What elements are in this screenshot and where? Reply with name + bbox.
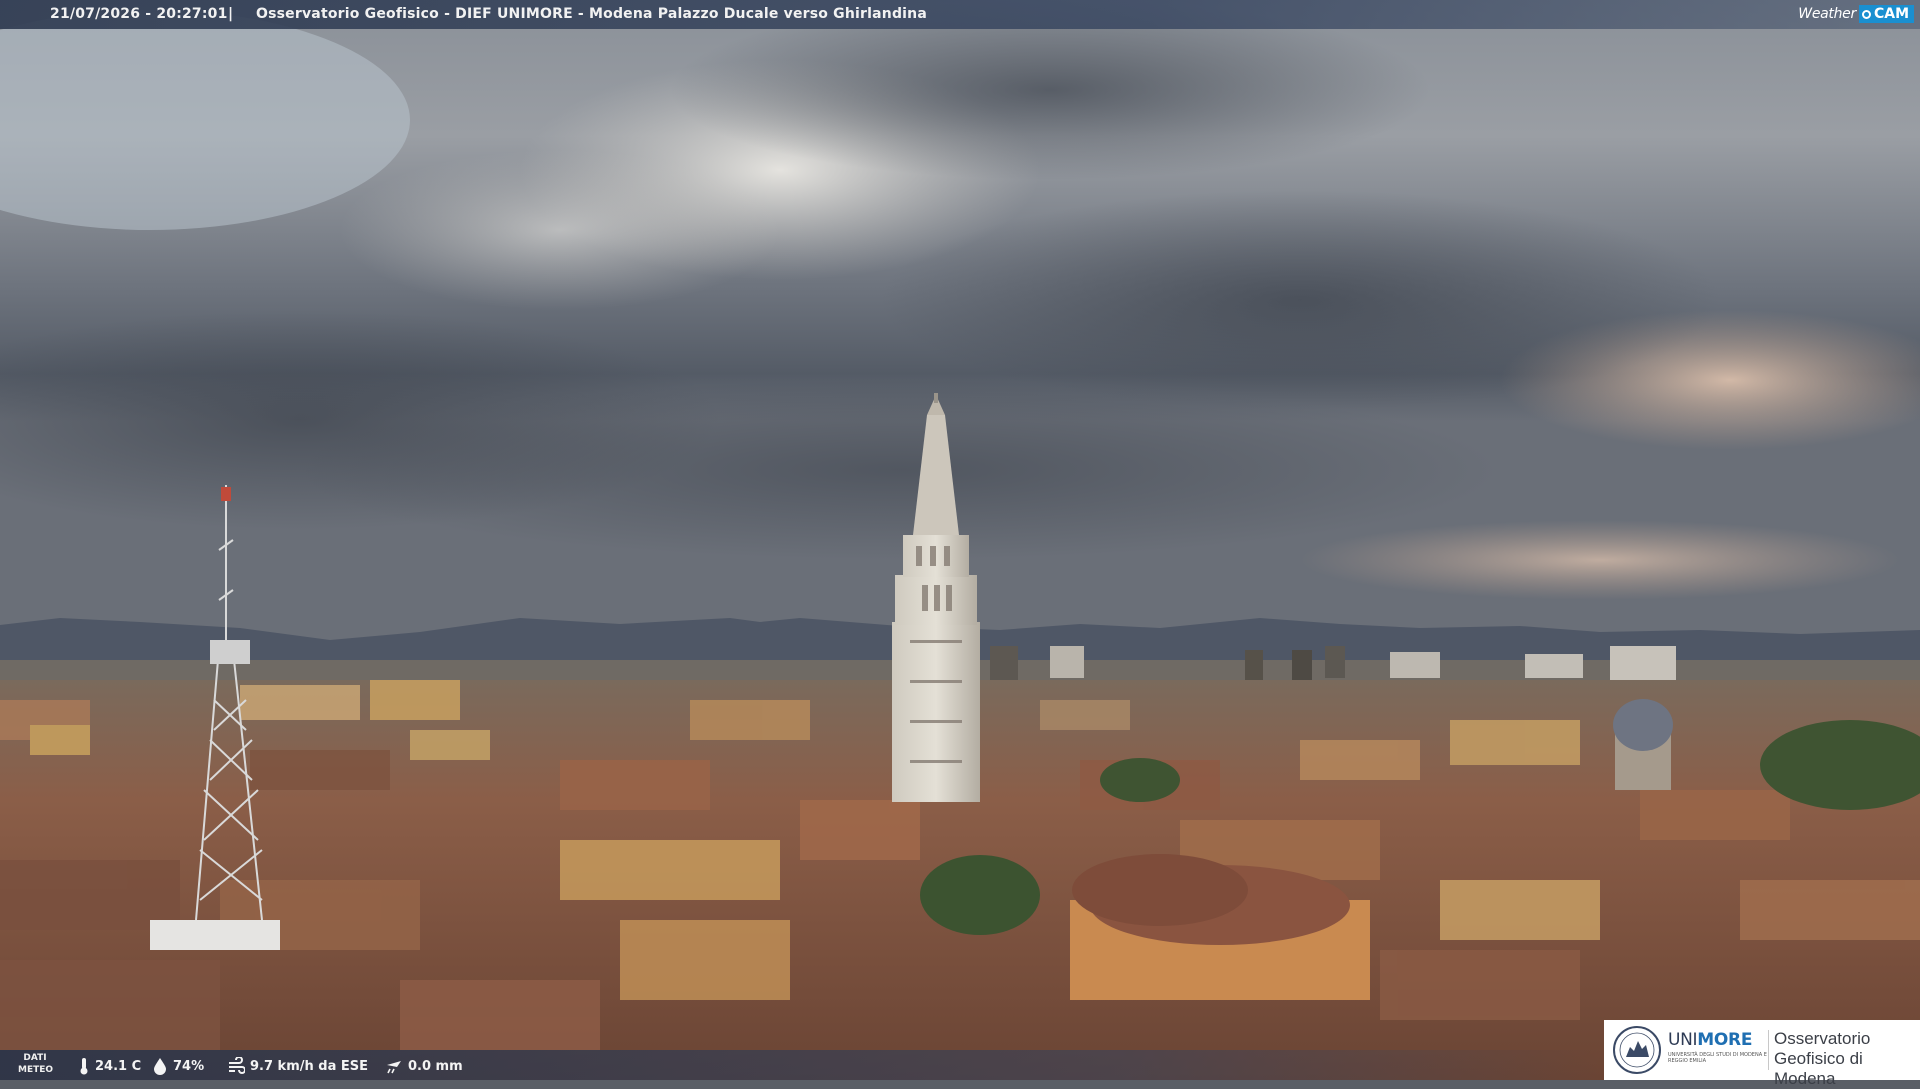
wind-reading: 9.7 km/h da ESE [227,1057,368,1075]
weathercam-logo-weather: Weather [1798,6,1856,22]
rain-gauge-icon [387,1061,401,1074]
unimore-suffix: MORE [1697,1030,1753,1050]
camera-title: Osservatorio Geofisico - DIEF UNIMORE - … [256,6,927,22]
rain-value: 0.0 mm [408,1058,463,1074]
unimore-subtitle: Università degli studi di Modena e Reggi… [1668,1052,1767,1064]
camera-lens-icon [1861,9,1871,19]
unimore-prefix: UNI [1668,1030,1698,1050]
droplet-icon [154,1058,166,1075]
logo-divider [1768,1030,1769,1070]
observatory-name: Osservatorio Geofisico di Modena [1774,1029,1871,1088]
dati-label-line1: DATI [23,1053,47,1063]
temperature-reading: 24.1 C [78,1057,141,1075]
unimore-logo[interactable]: UNIMORE Università degli studi di Modena… [1604,1020,1920,1088]
separator: | [228,6,234,22]
timestamp: 21/07/2026 - 20:27:01 [50,6,228,22]
weathercam-logo-cam-text: CAM [1873,6,1909,22]
unimore-wordmark: UNIMORE [1668,1030,1752,1050]
university-seal-icon [1613,1026,1661,1074]
rain-reading: 0.0 mm [385,1057,463,1075]
weathercam-logo[interactable]: Weather CAM [1798,3,1914,25]
wind-icon [229,1057,245,1074]
dati-label-line2: METEO [18,1065,54,1075]
dati-meteo-label: DATI METEO [18,1052,54,1076]
thermometer-icon [80,1058,88,1075]
temperature-value: 24.1 C [95,1058,142,1074]
wind-value: 9.7 km/h da ESE [250,1058,369,1074]
webcam-image [0,0,1920,1080]
humidity-value: 74% [173,1058,205,1074]
humidity-reading: 74% [152,1057,204,1075]
weathercam-logo-cam: CAM [1858,5,1914,23]
